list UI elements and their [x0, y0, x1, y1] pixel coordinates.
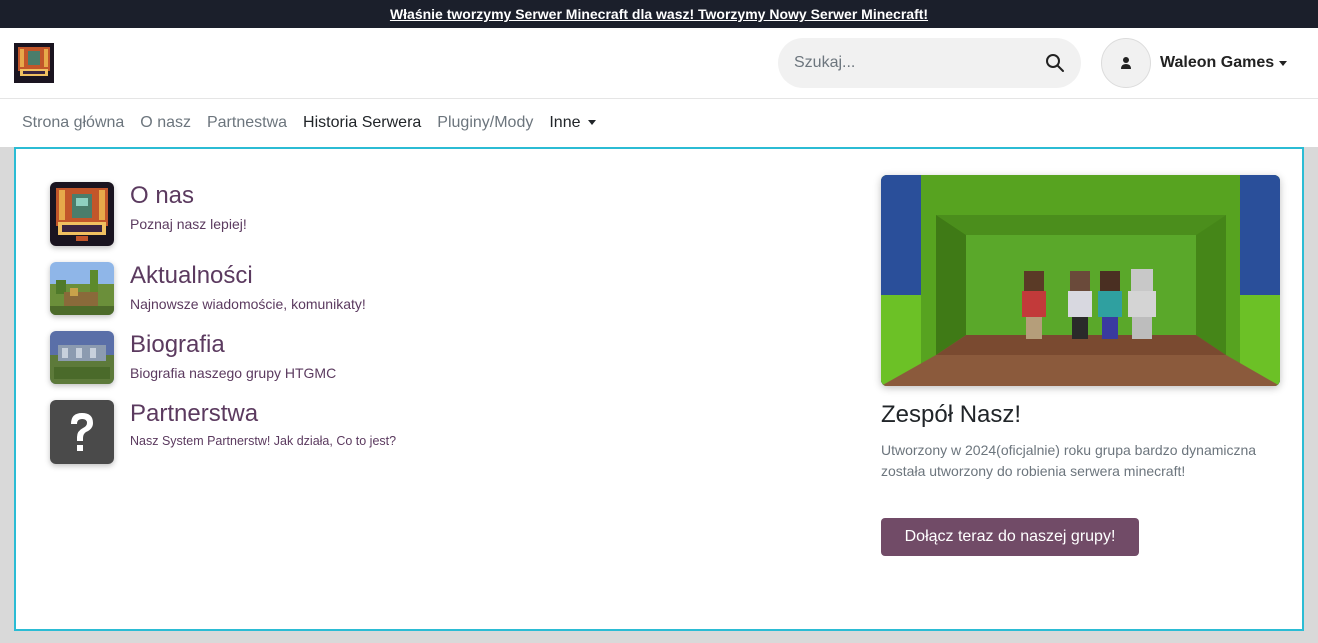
feature-title: Zespół Nasz! [881, 401, 1022, 428]
menu-entry-subtitle: Najnowsze wiadomoście, komunikaty! [130, 296, 366, 312]
feature-description: Utworzony w 2024(oficjalnie) roku grupa … [881, 442, 1257, 479]
menu-entry-subtitle: Biografia naszego grupy HTGMC [130, 365, 337, 381]
chevron-down-icon [588, 120, 597, 126]
header: Waleon Games [0, 28, 1318, 99]
menu-entry-title: Biografia [130, 331, 225, 358]
site-logo[interactable] [14, 43, 54, 83]
chevron-down-icon [1279, 60, 1288, 66]
main-nav: Strona główna O nasz Partnestwa Historia… [0, 99, 1318, 147]
menu-entry-title: Aktualności [130, 262, 253, 289]
nav-item-more[interactable]: Inne [541, 114, 604, 132]
menu-entry-subtitle: Nasz System Partnerstw! Jak działa, Co t… [130, 434, 397, 448]
menu-entry-biography[interactable]: Biografia Biografia naszego grupy HTGMC [50, 331, 336, 384]
menu-entry-partnerships[interactable]: Partnerstwa Nasz System Partnerstw! Jak … [50, 400, 396, 464]
team-photo [881, 175, 1280, 386]
announcement-link[interactable]: Właśnie tworzymy Serwer Minecraft dla wa… [390, 6, 928, 22]
mega-menu-panel: O nas Poznaj nasz lepiej! Aktualności Na… [14, 147, 1304, 631]
htgmc-logo-icon [50, 182, 114, 246]
menu-entry-about[interactable]: O nas Poznaj nasz lepiej! [50, 182, 247, 246]
menu-entry-title: Partnerstwa [130, 400, 259, 427]
user-name: Waleon Games [1160, 54, 1275, 71]
search-input[interactable] [794, 54, 1045, 72]
minecraft-htg-build-icon [50, 331, 114, 384]
join-group-button[interactable]: Dołącz teraz do naszej grupy! [881, 518, 1139, 556]
minecraft-landscape-icon [50, 262, 114, 315]
menu-entry-subtitle: Poznaj nasz lepiej! [130, 216, 247, 232]
search-box [778, 38, 1081, 88]
nav-item-more-label: Inne [549, 114, 581, 131]
user-icon [1101, 38, 1151, 88]
nav-item-server-history[interactable]: Historia Serwera [295, 114, 429, 132]
user-menu[interactable]: Waleon Games [1101, 38, 1288, 88]
nav-item-partners[interactable]: Partnestwa [199, 114, 295, 132]
menu-entry-news[interactable]: Aktualności Najnowsze wiadomoście, komun… [50, 262, 366, 315]
search-icon[interactable] [1045, 53, 1065, 73]
question-mark-icon [50, 400, 114, 464]
menu-entry-title: O nas [130, 182, 195, 209]
nav-item-plugins[interactable]: Pluginy/Mody [429, 114, 541, 132]
nav-item-about[interactable]: O nasz [132, 114, 199, 132]
announcement-bar: Właśnie tworzymy Serwer Minecraft dla wa… [0, 0, 1318, 28]
nav-item-home[interactable]: Strona główna [14, 114, 132, 132]
